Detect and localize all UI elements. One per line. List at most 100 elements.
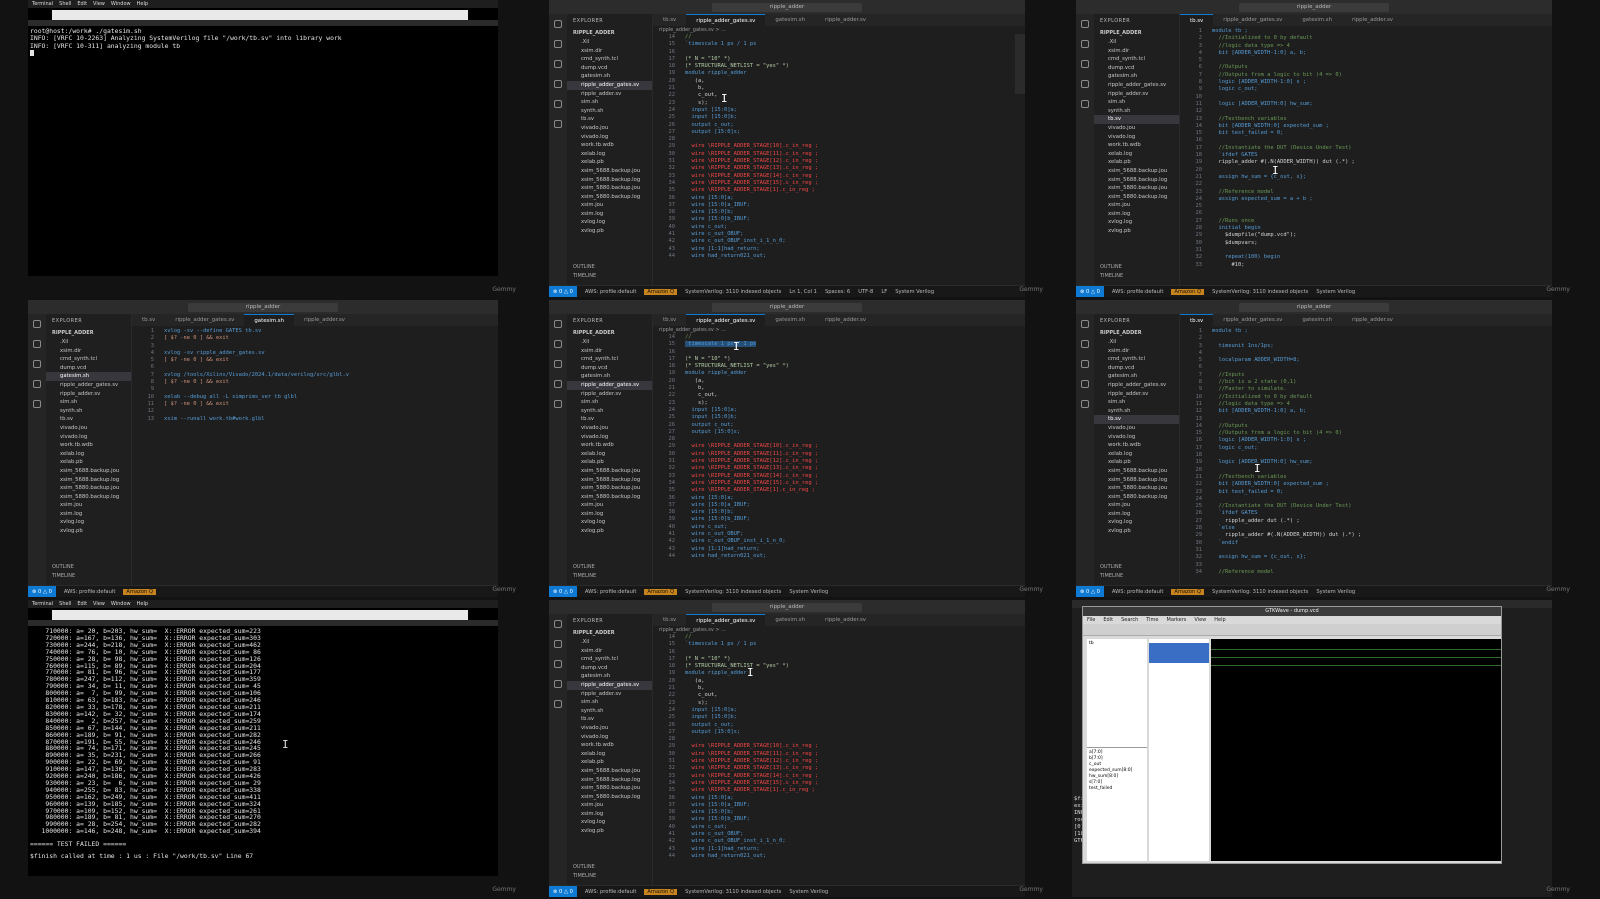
code-line[interactable]: 1 module tb ; <box>1180 328 1542 335</box>
remote-indicator[interactable]: ⊗ 0 △ 0 <box>28 586 56 597</box>
file-item[interactable]: xsim_5880.backup.log <box>46 493 131 502</box>
menu-search[interactable]: Search <box>1121 617 1138 623</box>
file-item[interactable]: gatesim.sh <box>46 372 131 381</box>
file-item[interactable]: vivado.jou <box>1094 424 1179 433</box>
file-item[interactable]: gatesim.sh <box>567 372 652 381</box>
file-item[interactable]: vivado.jou <box>567 124 652 133</box>
remote-icon[interactable] <box>554 120 562 128</box>
file-item[interactable]: xsim_5688.backup.jou <box>46 467 131 476</box>
tab-tb[interactable]: tb.sv <box>653 14 686 26</box>
file-item[interactable]: .Xil <box>1094 338 1179 347</box>
code-line[interactable]: 41 wire c_out_OBUF; <box>653 231 1015 238</box>
file-item[interactable]: xvlog.log <box>46 518 131 527</box>
tab-gatesim[interactable]: gatesim.sh <box>244 314 295 326</box>
explorer-icon[interactable] <box>1081 20 1089 28</box>
code-line[interactable]: 24 assign expected_sum = a + b ; <box>1180 196 1542 203</box>
file-item[interactable]: ripple_adder.sv <box>1094 90 1179 99</box>
file-item[interactable]: xelab.log <box>1094 450 1179 459</box>
file-item[interactable]: ripple_adder.sv <box>567 690 652 699</box>
code-line[interactable]: 6 //Outputs <box>1180 64 1542 71</box>
file-item[interactable]: xsim_5688.backup.log <box>1094 476 1179 485</box>
file-item[interactable]: xelab.pb <box>46 458 131 467</box>
code-line[interactable]: 3 timeunit 1ns/1ps; <box>1180 343 1542 350</box>
code-line[interactable]: 27 output [15:0]s; <box>653 129 1015 136</box>
code-line[interactable]: 1 module tb ; <box>1180 28 1542 35</box>
run-debug-icon[interactable] <box>554 680 562 688</box>
menu-window[interactable]: Window <box>111 601 131 607</box>
code-line[interactable]: 15 `timescale 1 ps / 1 ps <box>653 341 1015 348</box>
code-line[interactable]: 39 wire [15:0]b_IBUF; <box>653 816 1015 823</box>
code-line[interactable]: 19 ripple_adder #(.N(ADDER_WIDTH)) dut (… <box>1180 159 1542 166</box>
file-item[interactable]: xsim.dir <box>567 647 652 656</box>
sst-panel[interactable]: tb a[7:0] b[7:0] c_out expected_sum[8:0] hw_… <box>1087 639 1147 861</box>
code-editor[interactable]: 1 module tb ; 2 3 timeunit 1ns/1ps; 4 5 local… <box>1180 328 1542 579</box>
menu-shell[interactable]: Shell <box>59 601 71 607</box>
extensions-icon[interactable] <box>1081 400 1089 408</box>
menu-view[interactable]: View <box>93 1 105 7</box>
menu-view[interactable]: View <box>1194 617 1206 623</box>
menu-edit[interactable]: Edit <box>77 601 87 607</box>
code-line[interactable]: 20 <box>1180 467 1542 474</box>
code-line[interactable]: 33 wire \RIPPLE_ADDER_STAGE[14].c_in_reg… <box>653 473 1015 480</box>
breadcrumb[interactable]: ripple_adder_gates.sv > ... <box>659 327 726 333</box>
code-editor[interactable]: 1 xvlog -sv --define GATES tb.sv 2 [ $? -ne… <box>132 328 488 579</box>
file-item[interactable]: work.tb.wdb <box>1094 141 1179 150</box>
code-line[interactable]: 31 wire \RIPPLE_ADDER_STAGE[12].c_in_reg… <box>653 758 1015 765</box>
code-line[interactable]: 33 #10; <box>1180 262 1542 269</box>
file-item[interactable]: gatesim.sh <box>1094 372 1179 381</box>
file-item[interactable]: xelab.log <box>567 150 652 159</box>
file-item[interactable]: xsim.dir <box>1094 347 1179 356</box>
code-line[interactable]: 15 `timescale 1 ps / 1 ps <box>653 41 1015 48</box>
run-debug-icon[interactable] <box>1081 380 1089 388</box>
code-line[interactable]: 18 (* STRUCTURAL_NETLIST = "yes" *) <box>653 363 1015 370</box>
tab-ripple-adder-gates[interactable]: ripple_adder_gates.sv <box>686 14 766 26</box>
file-item[interactable]: xsim_5688.backup.log <box>567 776 652 785</box>
language-mode[interactable]: System Verilog <box>895 289 934 295</box>
code-line[interactable]: 3 //logic data type => 4 <box>1180 43 1542 50</box>
code-line[interactable]: 17 (* N = "10" *) <box>653 356 1015 363</box>
amazon-q[interactable]: Amazon Q <box>644 288 678 295</box>
code-line[interactable]: 30 $dumpvars; <box>1180 240 1542 247</box>
menu-view[interactable]: View <box>93 601 105 607</box>
code-line[interactable]: 33 wire \RIPPLE_ADDER_STAGE[14].c_in_reg… <box>653 773 1015 780</box>
code-line[interactable]: 33 wire \RIPPLE_ADDER_STAGE[14].c_in_reg… <box>653 173 1015 180</box>
code-line[interactable]: 28 initial begin <box>1180 225 1542 232</box>
project-folder[interactable]: RIPPLE_ADDER <box>567 28 652 38</box>
file-item[interactable]: cmd_synth.tcl <box>1094 355 1179 364</box>
indentation[interactable]: Spaces: 6 <box>825 289 850 295</box>
file-item[interactable]: sim.sh <box>567 98 652 107</box>
code-line[interactable]: 23 s); <box>653 100 1015 107</box>
code-line[interactable]: 38 wire [15:0]b; <box>653 209 1015 216</box>
code-line[interactable]: 26 `ifdef GATES <box>1180 510 1542 517</box>
tab-tb[interactable]: tb.sv <box>1180 314 1214 326</box>
code-line[interactable]: 15 bit test_failed = 0; <box>1180 130 1542 137</box>
source-control-icon[interactable] <box>554 660 562 668</box>
amazon-q[interactable]: Amazon Q <box>1171 588 1205 595</box>
code-line[interactable]: 1 xvlog -sv --define GATES tb.sv <box>132 328 488 335</box>
timeline-section[interactable]: TIMELINE <box>573 272 596 281</box>
code-line[interactable]: 14 // <box>653 334 1015 341</box>
code-line[interactable]: 38 wire [15:0]b; <box>653 509 1015 516</box>
file-item[interactable]: xvlog.log <box>567 818 652 827</box>
file-item[interactable]: xsim.jou <box>567 201 652 210</box>
code-line[interactable]: 20 (a, <box>653 378 1015 385</box>
file-item[interactable]: synth.sh <box>567 107 652 116</box>
file-item[interactable]: xsim_5688.backup.jou <box>567 767 652 776</box>
code-line[interactable]: 29 wire \RIPPLE_ADDER_STAGE[10].c_in_reg… <box>653 143 1015 150</box>
code-line[interactable]: 42 wire c_out_OBUF_inst_i_1_n_0; <box>653 538 1015 545</box>
file-item[interactable]: vivado.log <box>567 733 652 742</box>
extensions-icon[interactable] <box>1081 100 1089 108</box>
file-item[interactable]: xvlog.log <box>567 518 652 527</box>
code-line[interactable]: 20 (a, <box>653 78 1015 85</box>
code-line[interactable]: 35 wire \RIPPLE_ADDER_STAGE[1].c_in_reg … <box>653 187 1015 194</box>
tab-ripple-adder[interactable]: ripple_adder.sv <box>815 314 876 326</box>
waveform-panel[interactable] <box>1211 639 1501 861</box>
code-line[interactable]: 12 <box>132 408 488 415</box>
code-line[interactable]: 11 //logic data type => 4 <box>1180 401 1542 408</box>
menu-help[interactable]: Help <box>137 1 148 7</box>
code-line[interactable]: 17 (* N = "10" *) <box>653 56 1015 63</box>
terminal-window[interactable]: Terminal Shell Edit View Window Help roo… <box>28 0 498 276</box>
file-item[interactable]: tb.sv <box>1094 415 1179 424</box>
file-item[interactable]: ripple_adder.sv <box>46 390 131 399</box>
file-item[interactable]: dump.vcd <box>1094 64 1179 73</box>
